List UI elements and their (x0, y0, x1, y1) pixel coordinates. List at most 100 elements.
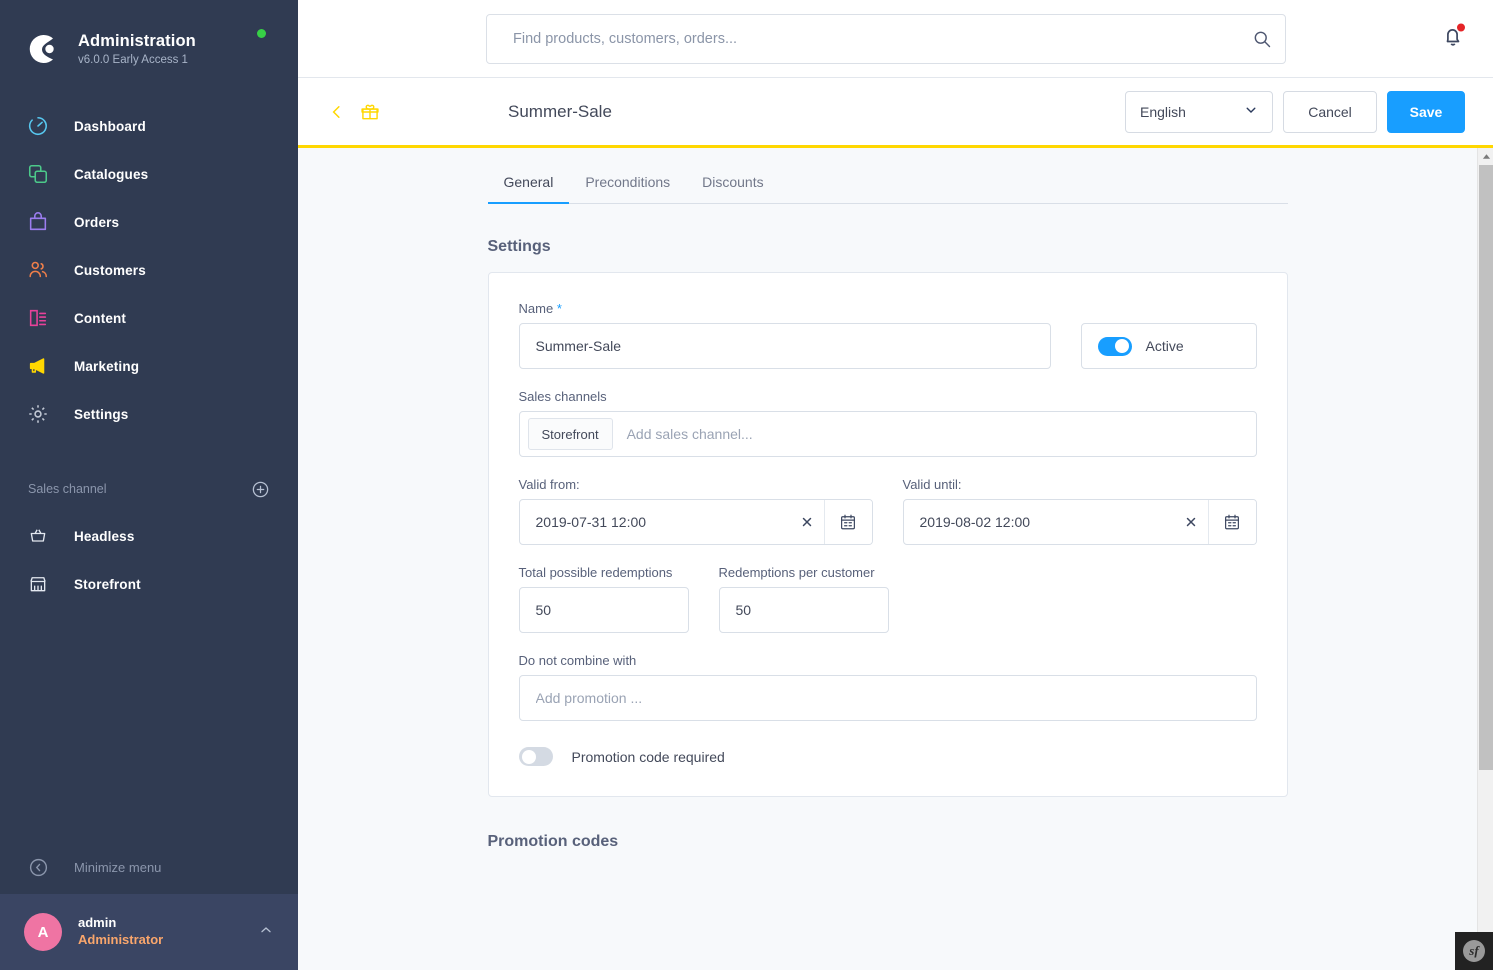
sidebar-item-label: Dashboard (74, 118, 146, 134)
vertical-scrollbar[interactable] (1477, 148, 1493, 970)
promotion-code-required-label: Promotion code required (571, 748, 725, 765)
name-row: Name * Active (518, 301, 1257, 369)
tab-general[interactable]: General (487, 174, 570, 204)
avatar: A (24, 913, 62, 951)
sidebar-item-dashboard[interactable]: Dashboard (0, 102, 298, 150)
chevron-up-icon[interactable] (258, 922, 274, 943)
active-toggle-label: Active (1145, 338, 1184, 354)
sales-channels-label: Sales channels (518, 389, 607, 404)
close-icon[interactable] (790, 500, 824, 544)
sidebar-item-label: Marketing (74, 358, 140, 374)
sales-channels-placeholder: Add sales channel... (626, 426, 753, 442)
do-not-combine-group: Do not combine with (518, 653, 1257, 721)
valid-from-field (518, 499, 873, 545)
name-label-text: Name (518, 301, 554, 316)
calendar-icon[interactable] (1207, 500, 1256, 544)
do-not-combine-input[interactable] (518, 675, 1257, 721)
search-input[interactable] (486, 13, 1286, 64)
total-redemptions-group: Total possible redemptions (518, 565, 689, 633)
brand-title: Administration (78, 32, 196, 50)
content-scroll-region: General Preconditions Discounts Settings… (298, 148, 1493, 970)
valid-from-group: Valid from: (518, 477, 873, 545)
promotion-code-required-toggle[interactable]: Promotion code required (518, 747, 1257, 766)
active-toggle[interactable]: Active (1080, 323, 1257, 369)
validity-row: Valid from: 2019-07-31 12:00 Valid until… (518, 477, 1257, 545)
redemptions-per-customer-label: Redemptions per customer (718, 565, 875, 580)
valid-until-input[interactable] (903, 500, 1174, 544)
redemptions-per-customer-group: Redemptions per customer (718, 565, 889, 633)
shopware-logo-icon (22, 29, 62, 69)
valid-from-input[interactable] (519, 500, 790, 544)
tab-discounts[interactable]: Discounts (686, 174, 779, 204)
save-button[interactable]: Save (1387, 90, 1465, 133)
sidebar-item-customers[interactable]: Customers (0, 246, 298, 294)
sidebar-item-storefront[interactable]: Storefront (0, 560, 298, 608)
scrollbar-thumb[interactable] (1479, 165, 1493, 770)
promotion-code-required-switch[interactable] (518, 747, 553, 766)
sidebar-item-label: Customers (74, 262, 146, 278)
sidebar-item-label: Storefront (74, 576, 141, 592)
valid-until-label: Valid until: (902, 477, 962, 492)
minimize-menu-label: Minimize menu (74, 859, 162, 875)
sidebar-item-content[interactable]: Content (0, 294, 298, 342)
minimize-menu-button[interactable]: Minimize menu (0, 840, 298, 894)
scroll-up-arrow-icon[interactable] (1478, 148, 1493, 164)
symfony-profiler-badge[interactable]: sf (1455, 932, 1493, 970)
total-redemptions-input[interactable] (518, 587, 689, 633)
redemptions-per-customer-input[interactable] (718, 587, 889, 633)
valid-from-label: Valid from: (518, 477, 580, 492)
sales-channels-field[interactable]: Storefront Add sales channel... (518, 411, 1257, 457)
sales-channel-section-header: Sales channel (0, 466, 298, 512)
sidebar-item-catalogues[interactable]: Catalogues (0, 150, 298, 198)
sidebar-item-label: Content (74, 310, 127, 326)
language-select[interactable]: English (1125, 90, 1273, 133)
content-inner: General Preconditions Discounts Settings… (298, 148, 1477, 970)
settings-card: Name * Active Sales channels (487, 272, 1288, 797)
close-icon[interactable] (1174, 500, 1208, 544)
gift-icon[interactable] (360, 102, 380, 122)
sidebar-item-label: Headless (74, 528, 135, 544)
main-area: Summer-Sale English Cancel Save Gene (298, 0, 1493, 970)
global-search (486, 13, 1286, 64)
search-icon[interactable] (1252, 29, 1272, 49)
settings-gear-icon (24, 400, 52, 428)
user-name: admin (78, 915, 117, 931)
tab-preconditions[interactable]: Preconditions (569, 174, 686, 204)
chevron-down-icon (1244, 103, 1258, 120)
sidebar-item-settings[interactable]: Settings (0, 390, 298, 438)
valid-until-field (902, 499, 1257, 545)
page-title: Summer-Sale (508, 101, 612, 121)
sidebar-item-orders[interactable]: Orders (0, 198, 298, 246)
notifications-button[interactable] (1441, 22, 1466, 53)
customers-icon (24, 256, 52, 284)
sidebar-nav: Dashboard Catalogues Orders Customers Co… (0, 102, 298, 438)
sidebar-brand[interactable]: Administration v6.0.0 Early Access 1 (0, 0, 298, 78)
language-select-value: English (1140, 103, 1186, 120)
sidebar-item-headless[interactable]: Headless (0, 512, 298, 560)
name-label: Name * (519, 301, 1051, 316)
brand-version: v6.0.0 Early Access 1 (78, 53, 188, 66)
sidebar-item-marketing[interactable]: Marketing (0, 342, 298, 390)
tab-bar: General Preconditions Discounts (487, 148, 1288, 204)
user-menu[interactable]: A admin Administrator (0, 894, 298, 970)
page-header: Summer-Sale English Cancel Save (298, 78, 1493, 148)
cancel-button[interactable]: Cancel (1283, 90, 1377, 133)
name-input[interactable] (518, 323, 1051, 369)
chevron-left-circle-icon (24, 853, 52, 881)
sales-channel-label: Sales channel (28, 482, 107, 496)
promotion-codes-heading: Promotion codes (487, 833, 619, 850)
dashboard-icon (24, 112, 52, 140)
plus-circle-icon[interactable] (251, 480, 270, 499)
active-toggle-switch[interactable] (1097, 336, 1132, 356)
marketing-icon (24, 352, 52, 380)
sales-channels-group: Sales channels Storefront Add sales chan… (518, 389, 1257, 457)
back-button[interactable] (322, 97, 352, 127)
status-dot-online-icon (257, 29, 266, 38)
total-redemptions-label: Total possible redemptions (518, 565, 673, 580)
user-role: Administrator (78, 932, 164, 947)
calendar-icon[interactable] (823, 500, 872, 544)
settings-heading: Settings (487, 238, 551, 255)
content-icon (24, 304, 52, 332)
sales-channel-chip[interactable]: Storefront (527, 418, 613, 450)
